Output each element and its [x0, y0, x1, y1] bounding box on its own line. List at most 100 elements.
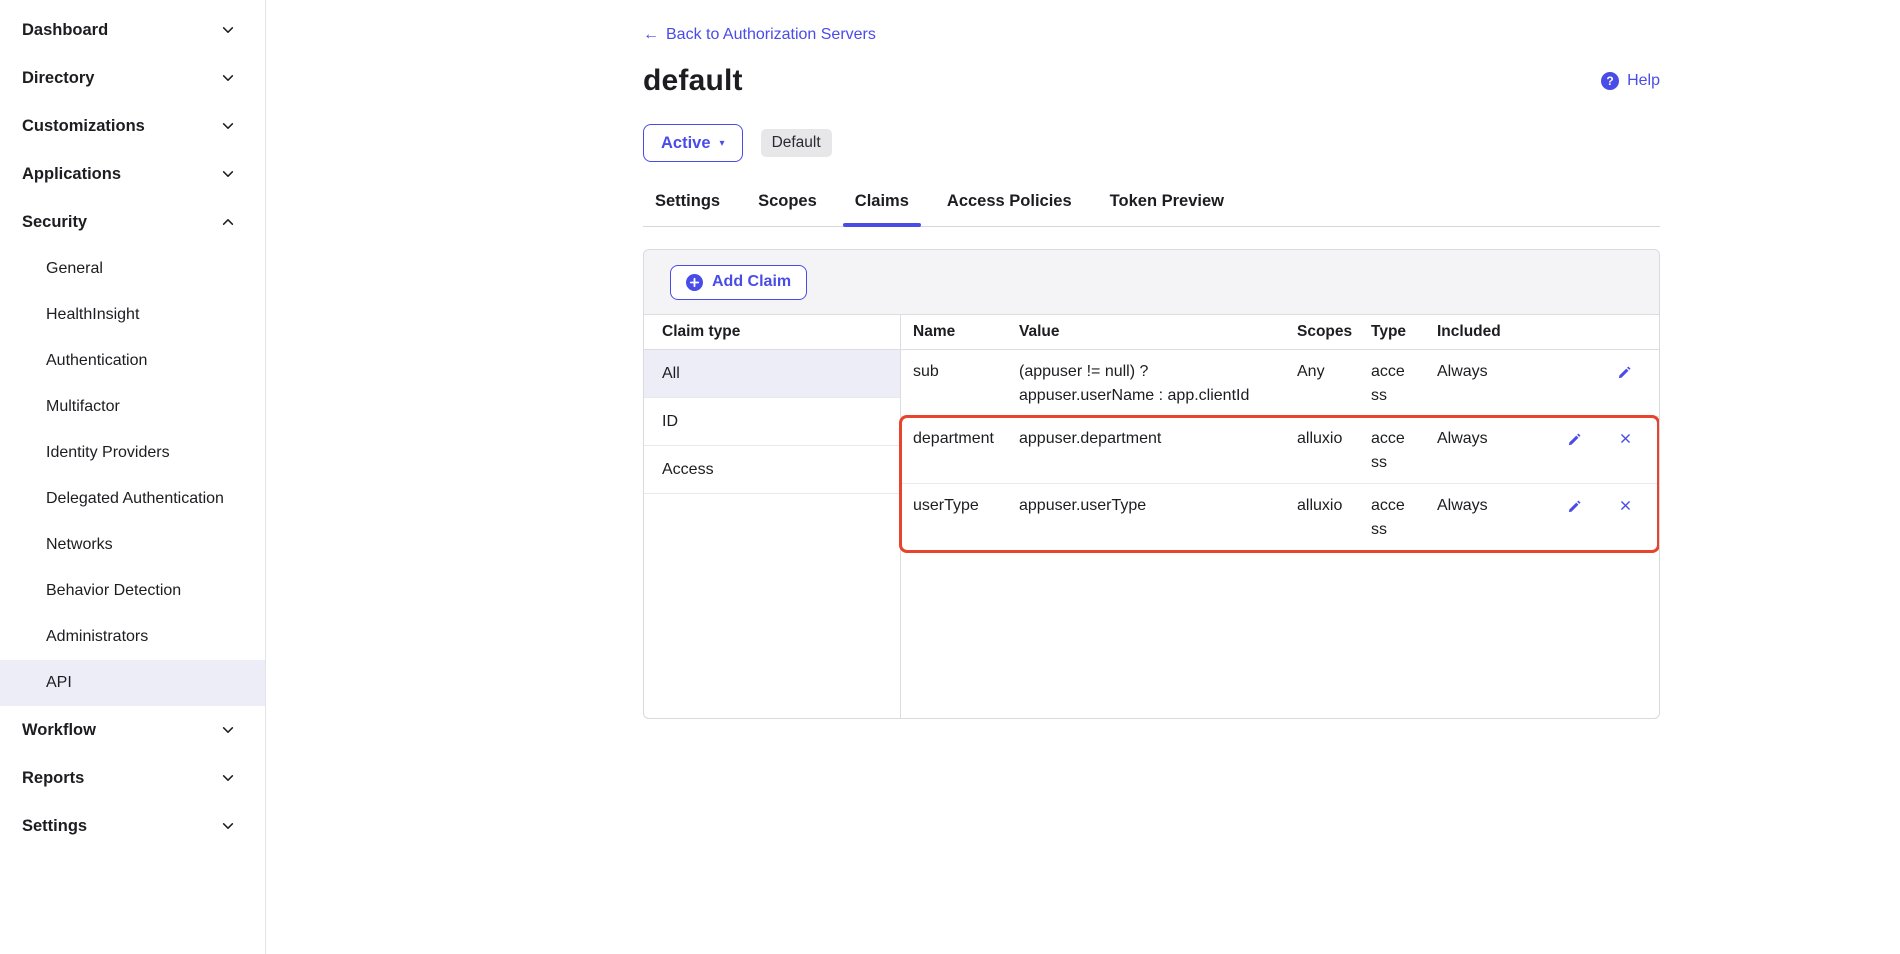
content: ← Back to Authorization Servers default …: [643, 0, 1660, 719]
sidebar-section-label: Directory: [22, 69, 94, 88]
claim-scopes-cell: Any: [1285, 350, 1359, 392]
claim-row-department: departmentappuser.departmentalluxio acces…: [901, 417, 1659, 484]
column-header-actions: [1501, 325, 1659, 340]
sidebar-section-customizations[interactable]: Customizations: [0, 102, 265, 150]
claim-type-value: access: [1371, 494, 1411, 542]
chevron-down-icon: [221, 119, 235, 133]
chevron-down-icon: [221, 23, 235, 37]
tab-claims[interactable]: Claims: [843, 192, 921, 226]
caret-down-icon: ▾: [720, 138, 725, 149]
back-arrow-icon: ←: [643, 26, 659, 44]
claim-included-cell: Always: [1425, 484, 1501, 526]
chevron-down-icon: [221, 71, 235, 85]
delete-claim-button[interactable]: [1619, 432, 1632, 445]
sidebar-item-label: API: [46, 674, 72, 692]
sidebar-section-dashboard[interactable]: Dashboard: [0, 6, 265, 54]
claim-row-usertype: userTypeappuser.userTypealluxio access Alw…: [901, 484, 1659, 551]
claim-type-value: access: [1371, 427, 1411, 475]
claim-type-item-all[interactable]: All: [644, 350, 900, 398]
claim-type-cell: access: [1359, 417, 1425, 483]
tab-bar: Settings Scopes Claims Access Policies Token…: [643, 192, 1660, 227]
app-root: Dashboard Directory Customizations Applicat…: [0, 0, 1900, 954]
claim-included-cell: Always: [1425, 417, 1501, 459]
sidebar-item-behavior-detection[interactable]: Behavior Detection: [0, 568, 265, 614]
sidebar-item-label: Delegated Authentication: [46, 490, 224, 508]
sidebar-section-applications[interactable]: Applications: [0, 150, 265, 198]
claims-table-header: NameValueScopesTypeIncluded: [901, 315, 1659, 350]
column-header-value: Value: [1007, 323, 1285, 341]
column-header-scopes: Scopes: [1285, 323, 1359, 341]
sidebar-item-label: Administrators: [46, 628, 148, 646]
sidebar-item-healthinsight[interactable]: HealthInsight: [0, 292, 265, 338]
tab-scopes[interactable]: Scopes: [746, 192, 829, 226]
claim-scopes-cell: alluxio: [1285, 484, 1359, 526]
sidebar-section-directory[interactable]: Directory: [0, 54, 265, 102]
claim-value-cell: appuser.department: [1007, 417, 1285, 459]
claim-type-list: AllIDAccess: [644, 350, 900, 494]
claim-actions-cell: [1501, 417, 1659, 447]
claim-value-cell: appuser.userType: [1007, 484, 1285, 526]
claims-toolbar: Add Claim: [644, 250, 1659, 315]
claim-name-cell: department: [901, 417, 1007, 459]
delete-claim-button[interactable]: [1619, 499, 1632, 512]
sidebar-item-api[interactable]: API: [0, 660, 265, 706]
sidebar-item-label: Multifactor: [46, 398, 120, 416]
sidebar-item-authentication[interactable]: Authentication: [0, 338, 265, 384]
claim-type-item-access[interactable]: Access: [644, 446, 900, 494]
tab-settings[interactable]: Settings: [643, 192, 732, 226]
sidebar-section-label: Customizations: [22, 117, 145, 136]
help-icon: ?: [1601, 72, 1619, 90]
chevron-down-icon: [221, 723, 235, 737]
pencil-icon: [1617, 365, 1632, 380]
sidebar-item-multifactor[interactable]: Multifactor: [0, 384, 265, 430]
tab-token-preview[interactable]: Token Preview: [1098, 192, 1236, 226]
sidebar-item-label: Networks: [46, 536, 113, 554]
sidebar-section-label: Dashboard: [22, 21, 108, 40]
sidebar-section-label: Settings: [22, 817, 87, 836]
chevron-down-icon: [221, 167, 235, 181]
sidebar-section-settings[interactable]: Settings: [0, 802, 265, 850]
claim-type-value: access: [1371, 360, 1411, 408]
sidebar-item-networks[interactable]: Networks: [0, 522, 265, 568]
pencil-icon: [1567, 432, 1582, 447]
status-dropdown-button[interactable]: Active ▾: [643, 124, 743, 162]
status-row: Active ▾ Default: [643, 124, 1660, 162]
column-header-name: Name: [901, 323, 1007, 341]
sidebar-section-label: Workflow: [22, 721, 96, 740]
claim-type-item-id[interactable]: ID: [644, 398, 900, 446]
back-link-label: Back to Authorization Servers: [666, 26, 876, 44]
add-claim-button[interactable]: Add Claim: [670, 265, 807, 300]
claim-row-sub: sub(appuser != null) ? appuser.userName …: [901, 350, 1659, 417]
sidebar-item-label: HealthInsight: [46, 306, 139, 324]
claim-scopes-cell: alluxio: [1285, 417, 1359, 459]
title-row: default ? Help: [643, 64, 1660, 98]
edit-claim-button[interactable]: [1567, 499, 1582, 514]
add-claim-label: Add Claim: [712, 273, 791, 291]
claim-included-cell: Always: [1425, 350, 1501, 392]
help-link[interactable]: ? Help: [1601, 72, 1660, 90]
chevron-up-icon: [221, 215, 235, 229]
sidebar-section-label: Security: [22, 213, 87, 232]
tab-access-policies[interactable]: Access Policies: [935, 192, 1084, 226]
plus-circle-icon: [686, 274, 703, 291]
back-link[interactable]: ← Back to Authorization Servers: [643, 26, 876, 44]
claim-type-header: Claim type: [644, 315, 900, 350]
sidebar-section-security[interactable]: Security: [0, 198, 265, 246]
sidebar-section-reports[interactable]: Reports: [0, 754, 265, 802]
edit-claim-button[interactable]: [1567, 432, 1582, 447]
sidebar-item-delegated-authentication[interactable]: Delegated Authentication: [0, 476, 265, 522]
sidebar-section-workflow[interactable]: Workflow: [0, 706, 265, 754]
sidebar-item-administrators[interactable]: Administrators: [0, 614, 265, 660]
claim-actions-cell: [1501, 484, 1659, 514]
annotation-highlight: departmentappuser.departmentalluxio acces…: [901, 417, 1659, 551]
claim-name-cell: userType: [901, 484, 1007, 526]
sidebar-item-identity-providers[interactable]: Identity Providers: [0, 430, 265, 476]
claim-type-cell: access: [1359, 350, 1425, 416]
claim-value-cell: (appuser != null) ? appuser.userName : a…: [1007, 350, 1285, 416]
claim-type-column: Claim type AllIDAccess: [644, 315, 901, 718]
sidebar-item-label: General: [46, 260, 103, 278]
edit-claim-button[interactable]: [1617, 365, 1632, 380]
claim-actions-cell: [1501, 350, 1659, 380]
close-icon: [1619, 432, 1632, 445]
sidebar-item-general[interactable]: General: [0, 246, 265, 292]
